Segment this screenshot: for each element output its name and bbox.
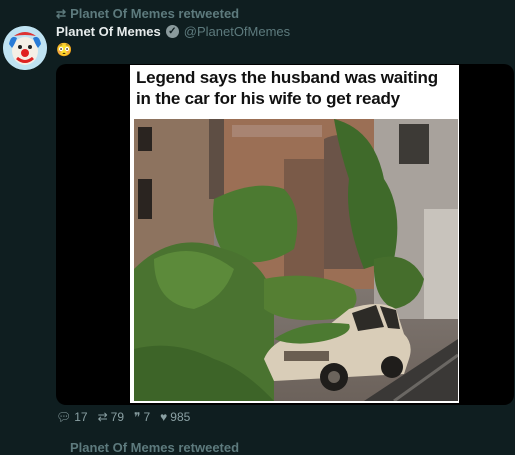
- like-button[interactable]: ♥ 985: [160, 410, 190, 424]
- reply-count: 17: [74, 410, 88, 424]
- meme-caption: Legend says the husband was waiting in t…: [136, 68, 438, 108]
- tweet-text: 😳: [56, 42, 73, 57]
- reply-button[interactable]: 💬︎ 17: [56, 410, 88, 424]
- retweet-text: Planet Of Memes retweeted: [70, 6, 240, 21]
- retweet-icon: ⇄: [97, 410, 108, 424]
- avatar[interactable]: [3, 26, 47, 70]
- author-name[interactable]: Planet Of Memes: [56, 24, 161, 39]
- heart-icon: ♥: [160, 410, 168, 424]
- retweet-indicator[interactable]: ⇄ Planet Of Memes retweeted: [56, 6, 239, 21]
- tweet-header: Planet Of Memes ✓ @PlanetOfMemes: [56, 24, 290, 39]
- retweet-icon: ⇄: [56, 6, 67, 21]
- verified-icon: ✓: [165, 25, 179, 38]
- retweet-count: 79: [110, 410, 125, 424]
- reply-icon: 💬︎: [56, 410, 72, 424]
- quote-button[interactable]: ❞ 7: [134, 410, 150, 424]
- clown-avatar-icon: [3, 26, 47, 70]
- meme-image: Legend says the husband was waiting in t…: [130, 65, 459, 403]
- abandoned-car-photo: [134, 119, 458, 401]
- tweet-media[interactable]: Legend says the husband was waiting in t…: [56, 64, 514, 405]
- quote-count: 7: [143, 410, 151, 424]
- next-retweet-indicator[interactable]: Planet Of Memes retweeted: [70, 440, 239, 455]
- quote-icon: ❞: [134, 410, 141, 424]
- tweet-actions: 💬︎ 17 ⇄ 79 ❞ 7 ♥ 985: [56, 410, 190, 424]
- like-count: 985: [170, 410, 191, 424]
- author-handle[interactable]: @PlanetOfMemes: [184, 24, 290, 39]
- retweet-button[interactable]: ⇄ 79: [98, 410, 124, 424]
